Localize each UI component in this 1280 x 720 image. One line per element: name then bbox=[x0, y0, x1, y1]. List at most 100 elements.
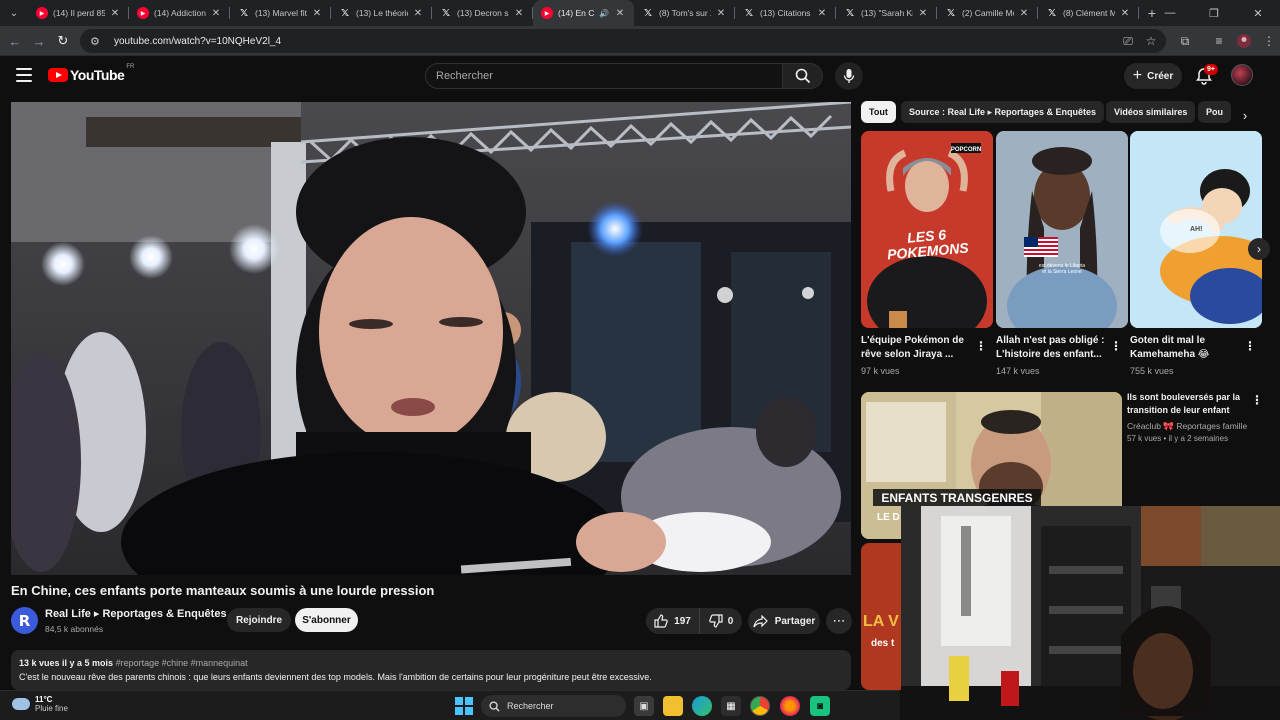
microphone-icon bbox=[843, 69, 855, 83]
task-view-icon[interactable]: ▣ bbox=[634, 696, 654, 716]
tab-close-icon[interactable]: ✕ bbox=[1018, 8, 1030, 19]
like-button[interactable]: 197 bbox=[646, 608, 700, 634]
youtube-play-icon bbox=[48, 68, 68, 82]
app-icon[interactable]: ◙ bbox=[810, 696, 830, 716]
tab-close-icon[interactable]: ✕ bbox=[614, 8, 626, 19]
windows-taskbar: 11°C Pluie fine Rechercher ▣ ▦ ◙ bbox=[0, 690, 900, 720]
maximize-icon[interactable]: ❐ bbox=[1192, 0, 1236, 26]
browser-tab[interactable]: 𝕏 (8) Clément M ✕ bbox=[1038, 0, 1139, 26]
create-button[interactable]: + Créer bbox=[1124, 63, 1182, 89]
address-bar[interactable]: ⚙ youtube.com/watch?v=10NQHeV2l_4 bbox=[80, 29, 1166, 53]
chevron-right-icon[interactable]: › bbox=[1236, 106, 1254, 124]
thumbs-up-icon bbox=[654, 614, 668, 628]
tab-title: (13) Decron su bbox=[457, 8, 509, 18]
url-text: youtube.com/watch?v=10NQHeV2l_4 bbox=[114, 35, 282, 47]
recommended-title[interactable]: Ils sont bouleversés par la transition d… bbox=[1127, 391, 1247, 417]
extensions-icon[interactable]: ⧉ bbox=[1177, 33, 1193, 49]
chrome-icon[interactable] bbox=[750, 696, 770, 716]
tab-search-dropdown-icon[interactable]: ⌄ bbox=[0, 0, 28, 26]
description-box[interactable]: 13 k vues il y a 5 mois #reportage #chin… bbox=[11, 650, 851, 690]
site-info-icon[interactable]: ⚙ bbox=[90, 35, 104, 48]
subscribe-button[interactable]: S'abonner bbox=[295, 608, 358, 632]
browser-tab[interactable]: 𝕏 (13) Citations ✕ bbox=[735, 0, 836, 26]
recommended-overlay-text-2: LE D bbox=[877, 512, 900, 523]
x-icon: 𝕏 bbox=[845, 7, 855, 19]
short-title-1[interactable]: L'équipe Pokémon de rêve selon Jiraya ..… bbox=[861, 334, 973, 362]
join-button[interactable]: Rejoindre bbox=[227, 608, 291, 632]
browser-tab[interactable]: 𝕏 (8) Tom's sur X ✕ bbox=[634, 0, 735, 26]
tab-close-icon[interactable]: ✕ bbox=[816, 8, 828, 19]
short-thumbnail-1[interactable]: POPCORN LES 6POKEMONS bbox=[861, 131, 993, 328]
tab-close-icon[interactable]: ✕ bbox=[715, 8, 727, 19]
video-player[interactable] bbox=[11, 102, 851, 575]
short-thumbnail-2[interactable]: est devenu le Liberia et la Sierra Leone bbox=[996, 131, 1128, 328]
search-icon bbox=[795, 68, 810, 84]
bookmark-star-icon[interactable]: ☆ bbox=[1143, 33, 1159, 49]
firefox-icon[interactable] bbox=[780, 696, 800, 716]
channel-name[interactable]: Real Life ▸ Reportages & Enquêtes bbox=[45, 607, 227, 620]
tab-close-icon[interactable]: ✕ bbox=[109, 8, 121, 19]
windows-start-icon[interactable] bbox=[455, 697, 473, 715]
hashtags[interactable]: #reportage #chine #mannequinat bbox=[116, 658, 248, 668]
short-title-2[interactable]: Allah n'est pas obligé : L'histoire des … bbox=[996, 334, 1108, 362]
media-controls-icon[interactable]: ≡ bbox=[1211, 33, 1227, 49]
browser-tab[interactable]: 𝕏 (13) Decron su ✕ bbox=[432, 0, 533, 26]
x-icon: 𝕏 bbox=[744, 7, 754, 19]
youtube-logo[interactable]: YouTube FR bbox=[48, 64, 134, 83]
more-actions-icon[interactable]: ⋯ bbox=[826, 608, 852, 634]
recommended-channel[interactable]: Créaclub 🎀 Reportages famille bbox=[1127, 421, 1247, 432]
taskbar-search[interactable]: Rechercher bbox=[481, 695, 626, 717]
channel-avatar[interactable]: R bbox=[11, 607, 38, 634]
file-explorer-icon[interactable] bbox=[663, 696, 683, 716]
create-label: Créer bbox=[1147, 70, 1174, 82]
share-button[interactable]: Partager bbox=[748, 608, 820, 634]
short-2-menu-icon[interactable]: ⋮ bbox=[1110, 339, 1122, 353]
browser-tab[interactable]: 𝕏 (2) Camille Mo ✕ bbox=[937, 0, 1038, 26]
short-3-menu-icon[interactable]: ⋮ bbox=[1244, 339, 1256, 353]
install-app-icon[interactable]: ⎚ bbox=[1120, 33, 1136, 49]
forward-icon[interactable]: → bbox=[29, 31, 49, 51]
short-title-3[interactable]: Goten dit mal le Kamehameha 😂 bbox=[1130, 334, 1242, 362]
chip-for-you[interactable]: Pou bbox=[1198, 101, 1231, 123]
menu-icon[interactable] bbox=[16, 68, 32, 82]
plus-icon: + bbox=[1132, 67, 1143, 84]
browser-menu-icon[interactable]: ⋮ bbox=[1261, 33, 1277, 49]
weather-widget[interactable]: 11°C Pluie fine bbox=[12, 695, 68, 713]
browser-tab[interactable]: 𝕏 (13) "Sarah Kn ✕ bbox=[836, 0, 937, 26]
audio-playing-icon[interactable]: 🔊 bbox=[598, 9, 610, 18]
recommended-menu-icon[interactable]: ⋮ bbox=[1251, 393, 1263, 407]
edge-icon[interactable] bbox=[692, 696, 712, 716]
tab-close-icon[interactable]: ✕ bbox=[917, 8, 929, 19]
browser-tab[interactable]: ▶ (14) En Ch 🔊 ✕ bbox=[533, 0, 634, 26]
chip-similar[interactable]: Vidéos similaires bbox=[1106, 101, 1196, 123]
minimize-icon[interactable]: — bbox=[1148, 0, 1192, 26]
store-icon[interactable]: ▦ bbox=[721, 696, 741, 716]
close-window-icon[interactable]: ✕ bbox=[1236, 0, 1280, 26]
short-thumbnail-3[interactable]: AH! bbox=[1130, 131, 1262, 328]
youtube-icon: ▶ bbox=[541, 7, 553, 19]
profile-icon[interactable] bbox=[1236, 33, 1252, 49]
browser-tab[interactable]: 𝕏 (13) Marvel fit ✕ bbox=[230, 0, 331, 26]
back-icon[interactable]: ← bbox=[5, 31, 25, 51]
voice-search-button[interactable] bbox=[835, 62, 863, 90]
search-button[interactable] bbox=[783, 63, 823, 89]
taskbar-search-icon bbox=[489, 700, 500, 712]
tab-close-icon[interactable]: ✕ bbox=[513, 8, 525, 19]
dislike-button[interactable]: 0 bbox=[700, 608, 742, 634]
browser-tab[interactable]: ▶ (14) Addiction ✕ bbox=[129, 0, 230, 26]
chip-all[interactable]: Tout bbox=[861, 101, 896, 123]
chip-source[interactable]: Source : Real Life ▸ Reportages & Enquêt… bbox=[901, 101, 1105, 123]
short-1-menu-icon[interactable]: ⋮ bbox=[975, 339, 987, 353]
partial-thumbnail[interactable]: LA V des t bbox=[861, 543, 901, 690]
search-input[interactable]: Rechercher bbox=[425, 63, 783, 89]
browser-tab[interactable]: 𝕏 (13) Le théoric ✕ bbox=[331, 0, 432, 26]
reload-icon[interactable]: ↻ bbox=[53, 31, 73, 51]
tab-close-icon[interactable]: ✕ bbox=[311, 8, 323, 19]
account-avatar[interactable] bbox=[1231, 64, 1253, 86]
tab-close-icon[interactable]: ✕ bbox=[210, 8, 222, 19]
tab-close-icon[interactable]: ✕ bbox=[1119, 8, 1131, 19]
browser-tab[interactable]: ▶ (14) Il perd 85 ✕ bbox=[28, 0, 129, 26]
shorts-next-chevron-icon[interactable]: › bbox=[1248, 238, 1270, 260]
tab-close-icon[interactable]: ✕ bbox=[412, 8, 424, 19]
tab-title: (13) "Sarah Kn bbox=[861, 8, 913, 18]
